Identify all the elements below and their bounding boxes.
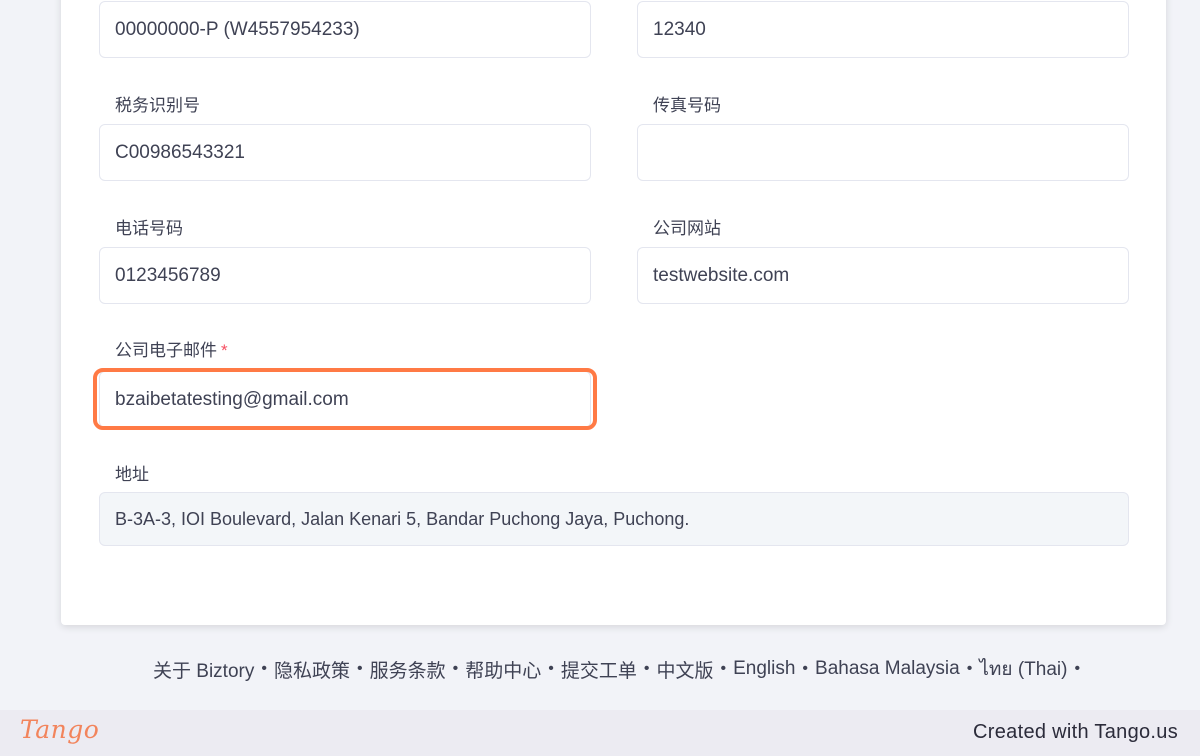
footer-link-english[interactable]: English [733,658,795,680]
email-input[interactable]: bzaibetatesting@gmail.com [99,371,591,428]
tax-id-input[interactable]: C00986543321 [99,124,591,181]
footer-link-thai[interactable]: ไทย (Thai) [979,654,1067,684]
footer-link-about[interactable]: 关于 Biztory [153,656,254,683]
footer-separator: • [720,660,727,677]
website-label: 公司网站 [653,219,721,238]
footer-link-help-center[interactable]: 帮助中心 [465,656,541,683]
footer-link-privacy[interactable]: 隐私政策 [274,656,350,683]
footer-link-terms[interactable]: 服务条款 [370,656,446,683]
email-label-wrapper: 公司电子邮件 * [115,336,228,361]
tango-created-with[interactable]: Created with Tango.us [973,721,1178,744]
address-label: 地址 [115,465,149,484]
tax-id-label: 税务识别号 [115,96,200,115]
required-mark: * [221,341,228,360]
phone-label: 电话号码 [115,219,183,238]
address-input[interactable]: B-3A-3, IOI Boulevard, Jalan Kenari 5, B… [99,492,1129,546]
footer-links: 关于 Biztory • 隐私政策 • 服务条款 • 帮助中心 • 提交工单 •… [153,654,1080,684]
footer-separator: • [802,660,809,677]
footer-separator: • [643,660,650,677]
footer-link-malay[interactable]: Bahasa Malaysia [815,658,960,680]
phone-input[interactable]: 0123456789 [99,247,591,304]
footer-separator: • [356,660,363,677]
postcode-input[interactable]: 12340 [637,1,1129,58]
fax-input[interactable] [637,124,1129,181]
tango-watermark-bar: Tango Created with Tango.us [0,710,1200,756]
footer-separator: • [966,660,973,677]
email-label: 公司电子邮件 [115,341,217,360]
website-input[interactable]: testwebsite.com [637,247,1129,304]
registration-number-input[interactable]: 00000000-P (W4557954233) [99,1,591,58]
footer-separator: • [452,660,459,677]
footer-separator: • [261,660,267,677]
footer-link-chinese[interactable]: 中文版 [656,656,713,683]
footer-separator: • [548,660,554,677]
fax-label: 传真号码 [653,96,721,115]
footer-separator: • [1074,660,1081,677]
tango-logo: Tango [20,715,100,744]
footer-link-submit-ticket[interactable]: 提交工单 [561,656,637,683]
